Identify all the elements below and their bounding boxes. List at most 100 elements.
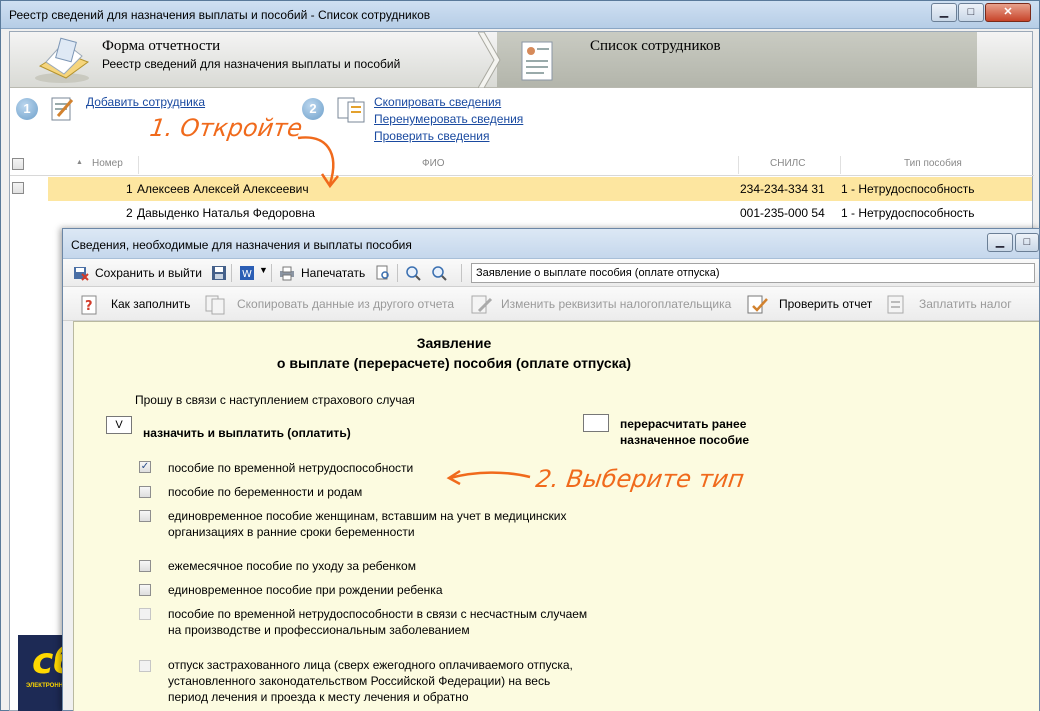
add-employee-link[interactable]: Добавить сотрудника bbox=[86, 95, 205, 109]
step-1-badge: 1 bbox=[16, 98, 38, 120]
option-label-early-registration-2: организациях в ранние сроки беременности bbox=[168, 525, 415, 539]
save-icon[interactable] bbox=[211, 265, 227, 281]
annotation-open: 1. Откройте bbox=[148, 114, 305, 142]
column-snils[interactable]: СНИЛС bbox=[770, 158, 805, 169]
select-all-checkbox[interactable] bbox=[12, 158, 24, 170]
svg-text:W: W bbox=[242, 269, 252, 280]
annotation-arrow-2-icon bbox=[446, 469, 531, 485]
option-checkbox-pregnancy[interactable] bbox=[139, 486, 151, 498]
print-button[interactable]: Напечатать bbox=[301, 266, 365, 280]
option-label-temp-disability: пособие по временной нетрудоспособности bbox=[168, 461, 414, 475]
row-benefit-type: 1 - Нетрудоспособность bbox=[841, 182, 975, 196]
option-label-extra-leave-2: установленного законодательством Российс… bbox=[168, 674, 551, 688]
row-1-checkbox[interactable] bbox=[12, 182, 24, 194]
copy-info-icon[interactable] bbox=[336, 94, 368, 124]
pay-tax-button: Заплатить налог bbox=[919, 297, 1012, 311]
edit-details-icon bbox=[471, 295, 493, 314]
check-info-link[interactable]: Проверить сведения bbox=[374, 129, 490, 143]
wizard-left-title[interactable]: Форма отчетности bbox=[102, 38, 220, 55]
dialog-title: Сведения, необходимые для назначения и в… bbox=[71, 238, 412, 252]
option-checkbox-child-care[interactable] bbox=[139, 560, 151, 572]
option-checkbox-birth[interactable] bbox=[139, 584, 151, 596]
column-benefit-type[interactable]: Тип пособия bbox=[904, 158, 962, 169]
option-label-pregnancy: пособие по беременности и родам bbox=[168, 485, 363, 499]
application-form: Заявление о выплате (перерасчете) пособи… bbox=[73, 321, 1039, 711]
pay-tax-icon bbox=[887, 295, 904, 314]
separator bbox=[231, 264, 232, 282]
chevron-down-icon[interactable]: ▼ bbox=[259, 265, 268, 275]
column-fio[interactable]: ФИО bbox=[422, 158, 445, 169]
form-title: Заявление bbox=[416, 335, 492, 351]
column-number[interactable]: Номер bbox=[92, 158, 123, 169]
svg-text:?: ? bbox=[85, 299, 93, 314]
printer-icon[interactable] bbox=[279, 265, 295, 281]
recalc-checkbox[interactable] bbox=[583, 414, 609, 432]
form-select[interactable]: Заявление о выплате пособия (оплате отпу… bbox=[471, 263, 1035, 283]
employee-list-icon bbox=[521, 41, 553, 81]
dialog-toolbar-main: Сохранить и выйти W ▼ Напечатать Заявлен… bbox=[63, 259, 1039, 287]
assign-label: назначить и выплатить (оплатить) bbox=[143, 426, 351, 440]
option-checkbox-temp-disability[interactable]: ✓ bbox=[139, 461, 151, 473]
option-label-accident-2: на производстве и профессиональным забол… bbox=[168, 623, 470, 637]
logo-subtext: ЭЛЕКТРОНН bbox=[26, 683, 63, 689]
report-form-icon[interactable] bbox=[32, 36, 94, 84]
annotation-choose: 2. Выберите тип bbox=[534, 465, 746, 493]
word-export-icon[interactable]: W bbox=[239, 265, 255, 281]
recalc-label: перерасчитать ранее bbox=[620, 417, 747, 431]
option-checkbox-extra-leave[interactable] bbox=[139, 660, 151, 672]
window-title: Реестр сведений для назначения выплаты и… bbox=[9, 8, 431, 22]
close-button[interactable]: ✕ bbox=[985, 3, 1031, 22]
option-checkbox-accident[interactable] bbox=[139, 608, 151, 620]
option-label-accident: пособие по временной нетрудоспособности … bbox=[168, 607, 588, 621]
option-checkbox-early-registration[interactable] bbox=[139, 510, 151, 522]
assign-checkbox[interactable]: V bbox=[106, 416, 132, 434]
row-number: 1 bbox=[126, 182, 133, 196]
minimize-button[interactable]: ▁ bbox=[931, 3, 957, 22]
option-label-child-care: ежемесячное пособие по уходу за ребенком bbox=[168, 559, 416, 573]
wizard-current-step-bg bbox=[497, 32, 977, 87]
dialog-minimize-button[interactable]: ▁ bbox=[987, 233, 1013, 252]
recalc-label-2: назначенное пособие bbox=[620, 433, 750, 447]
table-row[interactable]: 1 Алексеев Алексей Алексеевич 234-234-33… bbox=[48, 177, 1032, 201]
add-employee-icon[interactable] bbox=[48, 94, 76, 122]
check-report-button[interactable]: Проверить отчет bbox=[779, 297, 872, 311]
row-fio: Давыденко Наталья Федоровна bbox=[137, 206, 315, 220]
benefit-info-dialog: Сведения, необходимые для назначения и в… bbox=[62, 228, 1040, 711]
option-label-birth: единовременное пособие при рождении ребе… bbox=[168, 583, 443, 597]
row-snils: 001-235-000 54 bbox=[740, 206, 825, 220]
row-snils: 234-234-334 31 bbox=[740, 182, 825, 196]
option-label-extra-leave-3: период лечения и проезда к месту лечения… bbox=[168, 690, 469, 704]
wizard-left-subtitle: Реестр сведений для назначения выплаты и… bbox=[102, 57, 401, 71]
step-2-badge: 2 bbox=[302, 98, 324, 120]
preview-icon[interactable] bbox=[375, 265, 391, 281]
separator bbox=[461, 264, 462, 282]
save-exit-button[interactable]: Сохранить и выйти bbox=[95, 266, 202, 280]
save-exit-icon[interactable] bbox=[73, 265, 89, 281]
row-number: 2 bbox=[126, 206, 133, 220]
change-details-button: Изменить реквизиты налогоплательщика bbox=[501, 297, 732, 311]
copy-info-link[interactable]: Скопировать сведения bbox=[374, 95, 501, 109]
copy-data-icon bbox=[205, 295, 225, 315]
sort-asc-icon[interactable]: ▲ bbox=[76, 159, 83, 166]
zoom-in-icon[interactable] bbox=[405, 265, 421, 281]
form-subtitle: о выплате (перерасчете) пособия (оплате … bbox=[276, 355, 632, 371]
copy-from-report-button: Скопировать данные из другого отчета bbox=[237, 297, 455, 311]
how-fill-button[interactable]: Как заполнить bbox=[111, 297, 190, 311]
dialog-maximize-button[interactable]: □ bbox=[1015, 233, 1039, 252]
check-report-icon[interactable] bbox=[747, 295, 769, 315]
row-fio: Алексеев Алексей Алексеевич bbox=[137, 182, 309, 196]
maximize-button[interactable]: □ bbox=[958, 3, 984, 22]
row-benefit-type: 1 - Нетрудоспособность bbox=[841, 206, 975, 220]
zoom-out-icon[interactable] bbox=[431, 265, 447, 281]
help-icon[interactable]: ? bbox=[81, 295, 99, 315]
form-intro: Прошу в связи с наступлением страхового … bbox=[135, 393, 415, 407]
annotation-arrow-icon bbox=[297, 136, 339, 189]
wizard-right-title: Список сотрудников bbox=[590, 38, 721, 54]
renumber-info-link[interactable]: Перенумеровать сведения bbox=[374, 112, 523, 126]
option-label-extra-leave: отпуск застрахованного лица (сверх ежего… bbox=[168, 658, 573, 672]
separator bbox=[397, 264, 398, 282]
table-row[interactable]: 2 Давыденко Наталья Федоровна 001-235-00… bbox=[48, 201, 1032, 225]
dialog-toolbar-actions: ? Как заполнить Скопировать данные из др… bbox=[63, 287, 1039, 321]
wizard-header: Форма отчетности Реестр сведений для наз… bbox=[10, 32, 1032, 88]
option-label-early-registration: единовременное пособие женщинам, вставши… bbox=[168, 509, 567, 523]
